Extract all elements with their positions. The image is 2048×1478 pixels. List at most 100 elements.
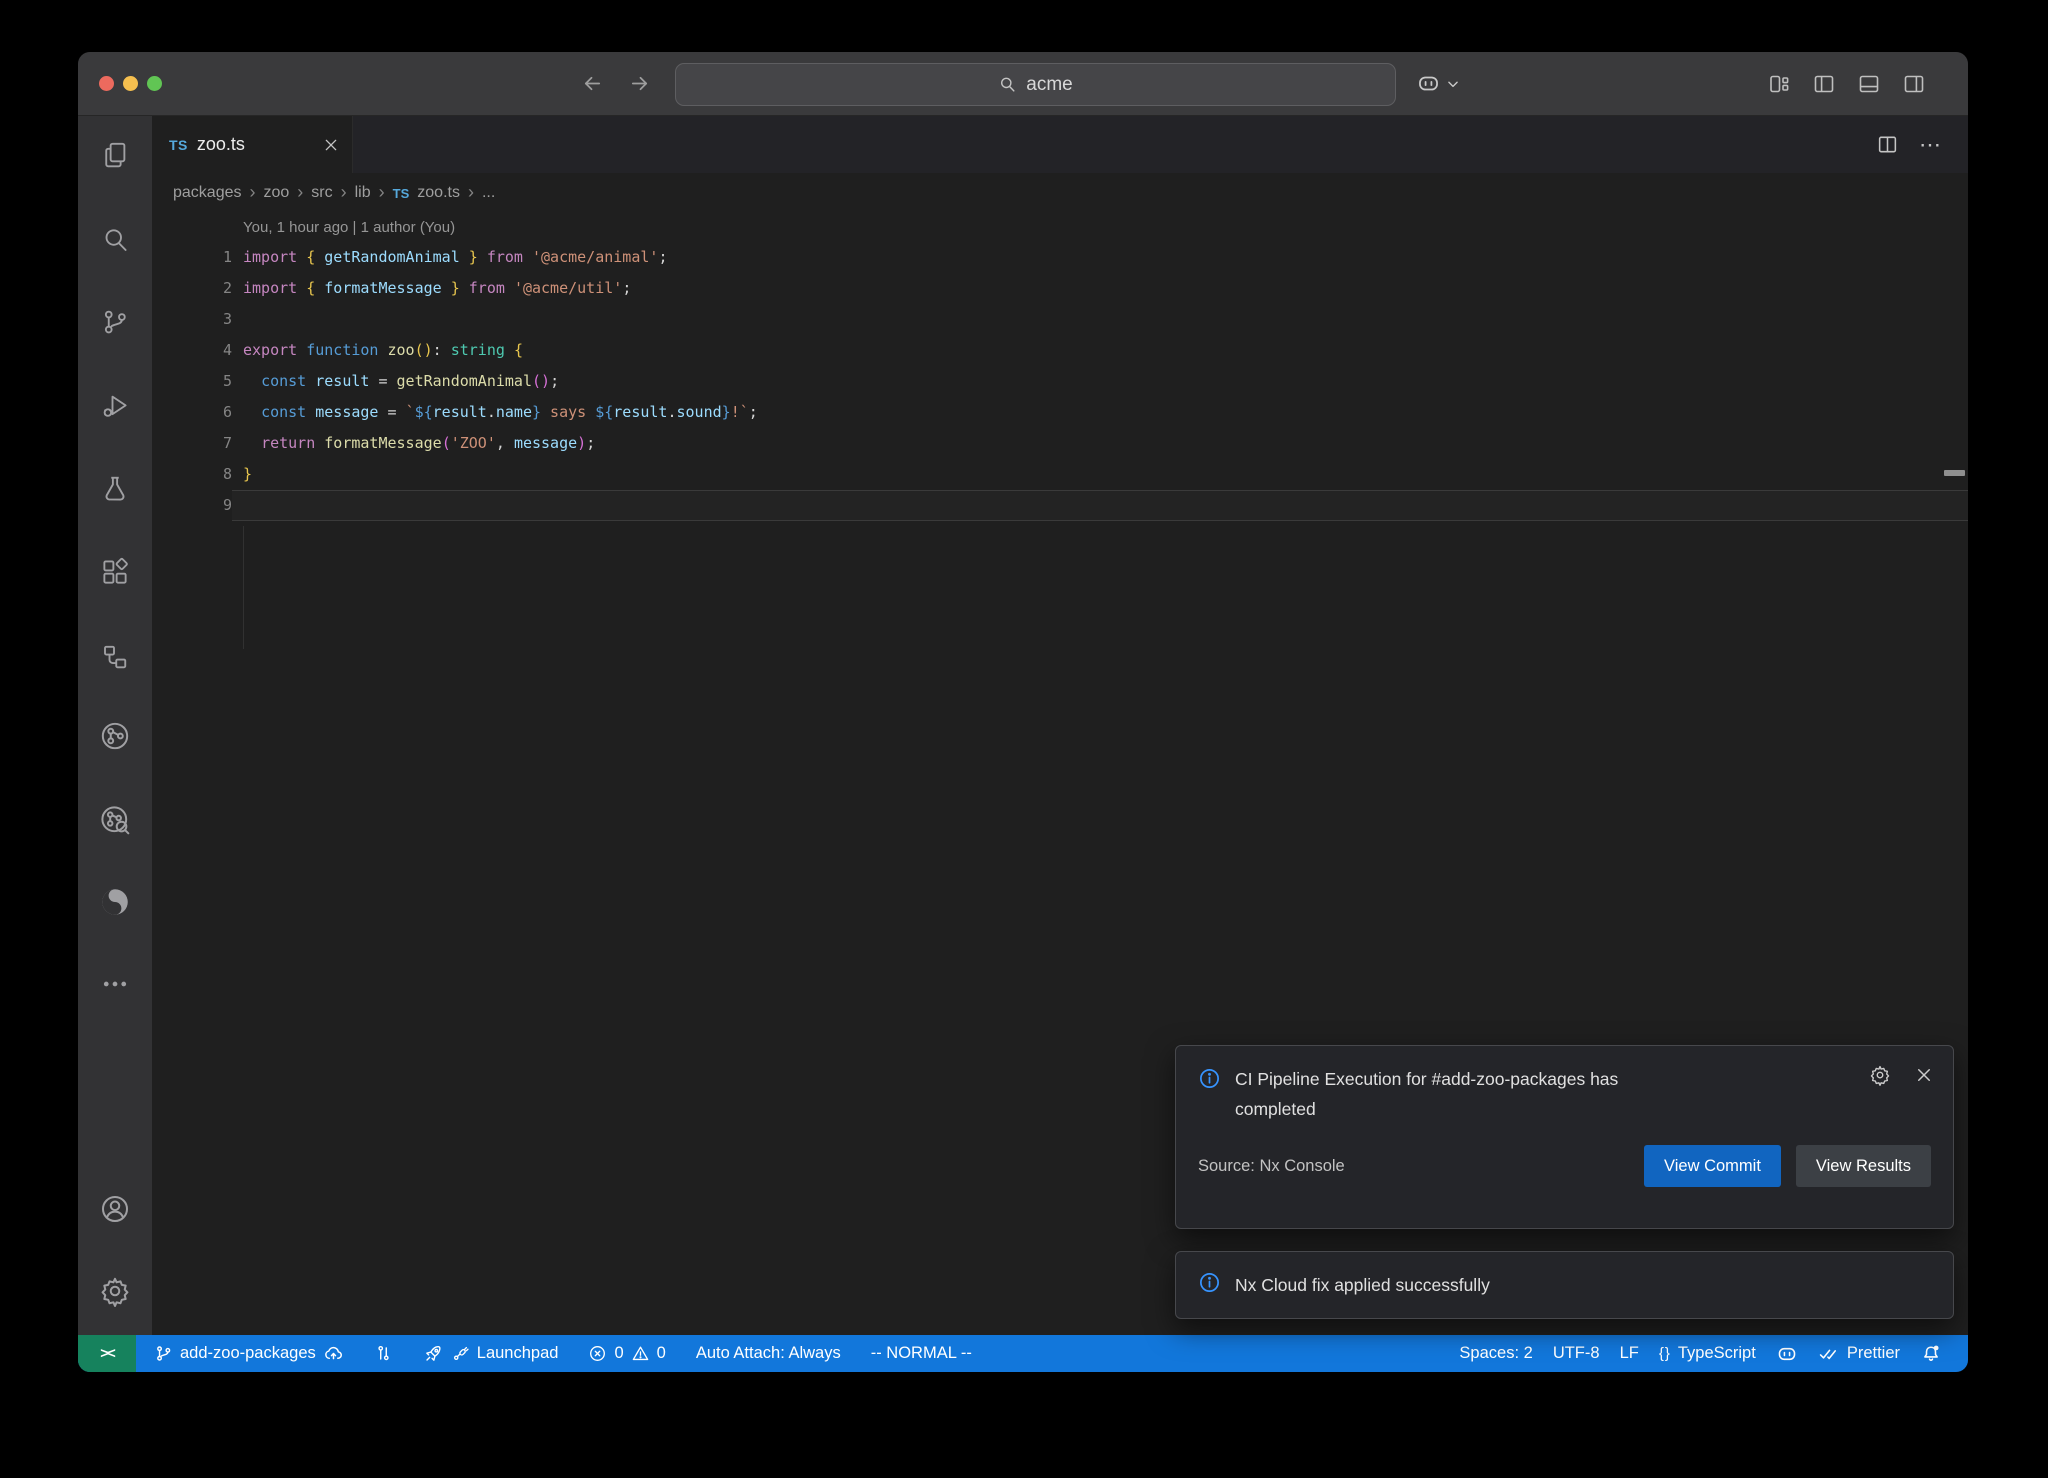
code-text xyxy=(232,490,1968,521)
swirl-logo-icon[interactable] xyxy=(98,885,132,919)
activity-bar xyxy=(78,116,152,1335)
typescript-file-icon: TS xyxy=(393,186,410,201)
tab-title: zoo.ts xyxy=(197,134,245,155)
minimize-window-button[interactable] xyxy=(123,76,138,91)
git-branch-status[interactable]: add-zoo-packages xyxy=(144,1343,354,1364)
code-line[interactable]: 7 return formatMessage('ZOO', message); xyxy=(152,428,1968,459)
line-number: 4 xyxy=(152,335,232,366)
command-center-search[interactable]: acme xyxy=(675,63,1396,106)
copilot-menu[interactable] xyxy=(1416,52,1460,115)
toggle-panel-icon[interactable] xyxy=(1857,72,1881,96)
explorer-icon[interactable] xyxy=(100,140,130,170)
breadcrumb-item[interactable]: zoo xyxy=(264,184,290,202)
nx-console-icon[interactable] xyxy=(98,719,132,753)
vim-mode-status[interactable]: -- NORMAL -- xyxy=(861,1344,982,1363)
code-text: export function zoo(): string { xyxy=(232,335,1968,366)
close-tab-icon[interactable] xyxy=(323,137,339,153)
code-line[interactable]: 6 const message = `${result.name} says $… xyxy=(152,397,1968,428)
line-number: 1 xyxy=(152,242,232,273)
eol-status[interactable]: LF xyxy=(1610,1344,1649,1363)
title-bar: acme xyxy=(78,52,1968,116)
view-commit-button[interactable]: View Commit xyxy=(1644,1145,1781,1187)
linked-boxes-icon[interactable] xyxy=(100,642,130,672)
editor-more-actions-icon[interactable]: ⋯ xyxy=(1919,132,1942,158)
code-line[interactable]: 5 const result = getRandomAnimal(); xyxy=(152,366,1968,397)
toggle-secondary-sidebar-icon[interactable] xyxy=(1902,72,1926,96)
language-label: TypeScript xyxy=(1678,1344,1756,1363)
language-mode-status[interactable]: {} TypeScript xyxy=(1649,1344,1766,1363)
code-line[interactable]: 4export function zoo(): string { xyxy=(152,335,1968,366)
more-views-icon[interactable] xyxy=(100,969,130,999)
code-line[interactable]: 3 xyxy=(152,304,1968,335)
toggle-primary-sidebar-icon[interactable] xyxy=(1812,72,1836,96)
warning-icon xyxy=(631,1344,650,1363)
breadcrumb-item[interactable]: packages xyxy=(173,184,242,202)
overview-ruler-mark xyxy=(1944,470,1965,476)
notification-settings-gear-icon[interactable] xyxy=(1869,1064,1891,1091)
chevron-right-icon: › xyxy=(341,183,347,203)
view-results-button[interactable]: View Results xyxy=(1796,1145,1931,1187)
notification-close-icon[interactable] xyxy=(1915,1066,1933,1089)
launchpad-status[interactable]: Launchpad xyxy=(413,1343,569,1364)
traffic-lights xyxy=(99,76,162,91)
formatter-status[interactable]: Prettier xyxy=(1808,1343,1910,1365)
line-number: 3 xyxy=(152,304,232,335)
testing-icon[interactable] xyxy=(100,474,130,504)
close-window-button[interactable] xyxy=(99,76,114,91)
line-number: 5 xyxy=(152,366,232,397)
notification-nx-cloud-fix: Nx Cloud fix applied successfully xyxy=(1175,1251,1954,1319)
chevron-down-icon xyxy=(1446,77,1460,91)
notifications-bell[interactable] xyxy=(1910,1343,1952,1365)
line-number: 8 xyxy=(152,459,232,490)
nx-graph-search-icon[interactable] xyxy=(98,803,132,837)
breadcrumb-item[interactable]: src xyxy=(311,184,332,202)
blame-annotation[interactable]: You, 1 hour ago | 1 author (You) xyxy=(152,213,1968,242)
copilot-icon xyxy=(1776,1343,1798,1365)
breadcrumb-symbol-more[interactable]: ... xyxy=(482,184,495,202)
extensions-icon[interactable] xyxy=(100,557,130,587)
breadcrumb-file[interactable]: zoo.ts xyxy=(417,184,460,202)
code-line[interactable]: 9 xyxy=(152,490,1968,521)
notification-ci-pipeline: CI Pipeline Execution for #add-zoo-packa… xyxy=(1175,1045,1954,1229)
tab-zoo-ts[interactable]: TS zoo.ts xyxy=(152,116,353,173)
status-bar: >< add-zoo-packages Launchpad 0 xyxy=(78,1335,1968,1372)
accounts-icon[interactable] xyxy=(99,1193,131,1225)
back-icon[interactable] xyxy=(581,72,604,95)
code-line[interactable]: 2import { formatMessage } from '@acme/ut… xyxy=(152,273,1968,304)
pipeline-status[interactable] xyxy=(364,1344,403,1363)
info-icon xyxy=(1198,1271,1221,1299)
breadcrumb-item[interactable]: lib xyxy=(355,184,371,202)
breadcrumb: packages › zoo › src › lib › TS zoo.ts ›… xyxy=(152,173,1968,213)
code-line[interactable]: 8} xyxy=(152,459,1968,490)
copilot-status[interactable] xyxy=(1766,1343,1808,1365)
run-debug-icon[interactable] xyxy=(100,391,130,421)
search-view-icon[interactable] xyxy=(100,225,130,255)
encoding-status[interactable]: UTF-8 xyxy=(1543,1344,1610,1363)
error-icon xyxy=(588,1344,607,1363)
source-control-icon[interactable] xyxy=(100,307,130,337)
code-line[interactable]: 1import { getRandomAnimal } from '@acme/… xyxy=(152,242,1968,273)
code-text: } xyxy=(232,459,1968,490)
zoom-window-button[interactable] xyxy=(147,76,162,91)
customize-layout-icon[interactable] xyxy=(1767,72,1791,96)
indent-guide xyxy=(243,526,244,649)
code-text: return formatMessage('ZOO', message); xyxy=(232,428,1968,459)
notification-source: Source: Nx Console xyxy=(1198,1157,1345,1176)
copilot-icon xyxy=(1416,71,1441,96)
launchpad-label: Launchpad xyxy=(477,1344,559,1363)
branch-name: add-zoo-packages xyxy=(180,1344,316,1363)
auto-attach-status[interactable]: Auto Attach: Always xyxy=(686,1344,851,1363)
split-editor-icon[interactable] xyxy=(1876,133,1899,156)
vscode-window: acme xyxy=(78,52,1968,1372)
remote-indicator[interactable]: >< xyxy=(78,1335,136,1372)
rocket-icon xyxy=(423,1343,444,1364)
settings-gear-icon[interactable] xyxy=(99,1275,131,1307)
notification-toasts: CI Pipeline Execution for #add-zoo-packa… xyxy=(1175,1045,1954,1319)
line-number: 7 xyxy=(152,428,232,459)
line-number: 6 xyxy=(152,397,232,428)
search-icon xyxy=(998,75,1017,94)
forward-icon[interactable] xyxy=(628,72,651,95)
indentation-status[interactable]: Spaces: 2 xyxy=(1449,1344,1542,1363)
chevron-right-icon: › xyxy=(379,183,385,203)
problems-status[interactable]: 0 0 xyxy=(578,1344,675,1363)
